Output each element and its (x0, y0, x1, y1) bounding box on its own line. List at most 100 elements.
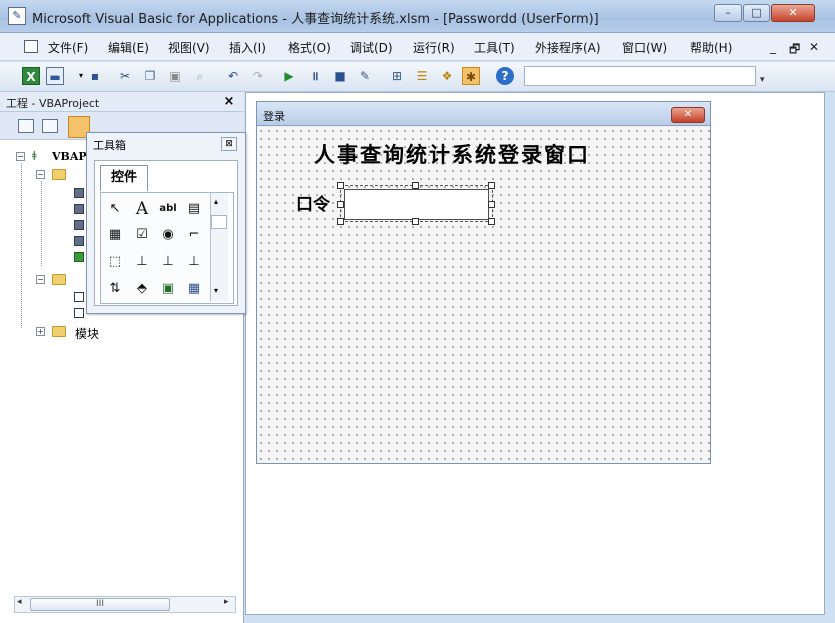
tree-collapse-icon[interactable]: − (36, 275, 45, 284)
form-heading-label[interactable]: 人事查询统计系统登录窗口 (314, 139, 590, 169)
resize-handle[interactable] (412, 182, 419, 189)
view-code-icon[interactable] (18, 119, 34, 133)
object-browser-icon[interactable]: ❖ (438, 67, 456, 85)
password-label[interactable]: 口令 (296, 190, 330, 215)
toolbox-icon[interactable]: ✱ (462, 67, 480, 85)
copy-icon[interactable]: ❐ (141, 67, 159, 85)
sheet-node-icon[interactable] (74, 236, 84, 246)
resize-handle[interactable] (488, 218, 495, 225)
properties-icon[interactable]: ☰ (413, 67, 431, 85)
project-explorer-close-button[interactable]: × (221, 94, 237, 110)
multipage-tool-icon[interactable]: ⊥ (183, 251, 205, 273)
cut-icon[interactable]: ✂ (116, 67, 134, 85)
folder-icon (52, 326, 66, 337)
toolbox-title: 工具箱 (93, 139, 126, 152)
tree-root-label[interactable]: VBAP (52, 150, 87, 163)
menu-debug[interactable]: 调试(D) (350, 39, 393, 56)
menu-view[interactable]: 视图(V) (168, 39, 210, 56)
maximize-button[interactable]: □ (743, 4, 770, 22)
tree-collapse-icon[interactable]: − (36, 170, 45, 179)
resize-handle[interactable] (337, 201, 344, 208)
checkbox-tool-icon[interactable]: ☑ (131, 224, 153, 246)
commandbutton-tool-icon[interactable]: ⊥ (131, 251, 153, 273)
tree-expand-icon[interactable]: + (36, 327, 45, 336)
resize-handle[interactable] (488, 201, 495, 208)
userform-close-button[interactable]: ✕ (671, 107, 705, 123)
frame-tool-icon[interactable]: ⬚ (104, 251, 126, 273)
menu-window[interactable]: 窗口(W) (622, 39, 667, 56)
sheet-node-icon[interactable] (74, 220, 84, 230)
scrollbar-tool-icon[interactable]: ⇅ (104, 278, 126, 300)
redo-icon[interactable]: ↷ (249, 67, 267, 85)
workbook-node-icon[interactable] (74, 252, 84, 262)
window-title: Microsoft Visual Basic for Applications … (32, 12, 599, 27)
scroll-up-icon[interactable]: ▴ (214, 197, 218, 206)
menu-insert[interactable]: 插入(I) (229, 39, 266, 56)
listbox-tool-icon[interactable]: ▦ (104, 224, 126, 246)
combobox-tool-icon[interactable]: ▤ (183, 198, 205, 220)
undo-icon[interactable]: ↶ (224, 67, 242, 85)
refedit-tool-icon[interactable]: ▦ (183, 278, 205, 300)
sheet-node-icon[interactable] (74, 188, 84, 198)
password-textbox[interactable] (344, 189, 489, 220)
mdi-restore-button[interactable]: 🗗 (789, 40, 800, 61)
togglebutton-tool-icon[interactable]: ⌐ (183, 224, 205, 246)
resize-handle[interactable] (337, 182, 344, 189)
userform-title-bar (257, 102, 710, 126)
scroll-left-icon[interactable]: ◂ (17, 597, 22, 607)
toolbox-scroll-thumb[interactable] (211, 215, 227, 229)
menu-run[interactable]: 运行(R) (413, 39, 455, 56)
toolbox-vertical-scrollbar[interactable] (210, 193, 228, 301)
sheet-node-icon[interactable] (74, 204, 84, 214)
paste-icon[interactable]: ▣ (166, 67, 184, 85)
menu-file[interactable]: 文件(F) (48, 39, 88, 56)
form-node-icon[interactable] (74, 292, 84, 302)
scroll-down-icon[interactable]: ▾ (214, 286, 218, 295)
menu-edit[interactable]: 编辑(E) (108, 39, 149, 56)
view-object-icon[interactable] (42, 119, 58, 133)
spinbutton-tool-icon[interactable]: ⬘ (131, 278, 153, 300)
minimize-button[interactable]: – (714, 4, 742, 22)
textbox-tool-icon[interactable]: abl (157, 198, 179, 220)
resize-handle[interactable] (337, 218, 344, 225)
select-objects-icon[interactable]: ↖ (104, 198, 126, 220)
optionbutton-tool-icon[interactable]: ◉ (157, 224, 179, 246)
tree-collapse-icon[interactable]: − (16, 152, 25, 161)
close-button[interactable]: ✕ (771, 4, 815, 22)
folder-icon (52, 274, 66, 285)
userform-design-grid[interactable] (257, 127, 710, 463)
run-icon[interactable]: ▶ (280, 67, 298, 85)
menu-tools[interactable]: 工具(T) (474, 39, 515, 56)
menu-addins[interactable]: 外接程序(A) (535, 39, 601, 56)
excel-icon[interactable]: X (22, 67, 40, 85)
form-node-icon[interactable] (74, 308, 84, 318)
scroll-right-icon[interactable]: ▸ (224, 597, 229, 607)
tree-modules-label[interactable]: 模块 (75, 325, 99, 342)
tabstrip-tool-icon[interactable]: ⊥ (157, 251, 179, 273)
break-icon[interactable]: ॥ (306, 67, 324, 85)
toolbar-location-box[interactable] (524, 66, 756, 86)
resize-handle[interactable] (488, 182, 495, 189)
tab-controls[interactable]: 控件 (100, 165, 148, 191)
toolbox-close-button[interactable]: ⊠ (221, 137, 237, 151)
vba-app-icon: ✎ (8, 7, 26, 25)
menu-help[interactable]: 帮助(H) (690, 39, 732, 56)
image-tool-icon[interactable]: ▣ (157, 278, 179, 300)
help-icon[interactable]: ? (496, 67, 514, 85)
label-tool-icon[interactable]: A (131, 198, 153, 220)
reset-icon[interactable]: ■ (331, 67, 349, 85)
mdi-close-button[interactable]: ✕ (809, 40, 819, 54)
mdi-minimize-button[interactable]: _ (770, 40, 776, 54)
tree-guide-line (21, 163, 22, 328)
userform-title: 登录 (263, 110, 285, 123)
toolbar-options-icon[interactable]: ▾ (760, 75, 765, 85)
design-mode-icon[interactable]: ✎ (356, 67, 374, 85)
save-icon[interactable]: ▪ (86, 67, 104, 85)
menu-format[interactable]: 格式(O) (288, 39, 331, 56)
resize-handle[interactable] (412, 218, 419, 225)
find-icon[interactable]: ⌕ (191, 67, 209, 85)
insert-userform-icon[interactable]: ▬ (46, 67, 64, 85)
scrollbar-thumb[interactable]: III (30, 598, 170, 611)
project-explorer-icon[interactable]: ⊞ (388, 67, 406, 85)
document-icon[interactable] (24, 40, 38, 53)
